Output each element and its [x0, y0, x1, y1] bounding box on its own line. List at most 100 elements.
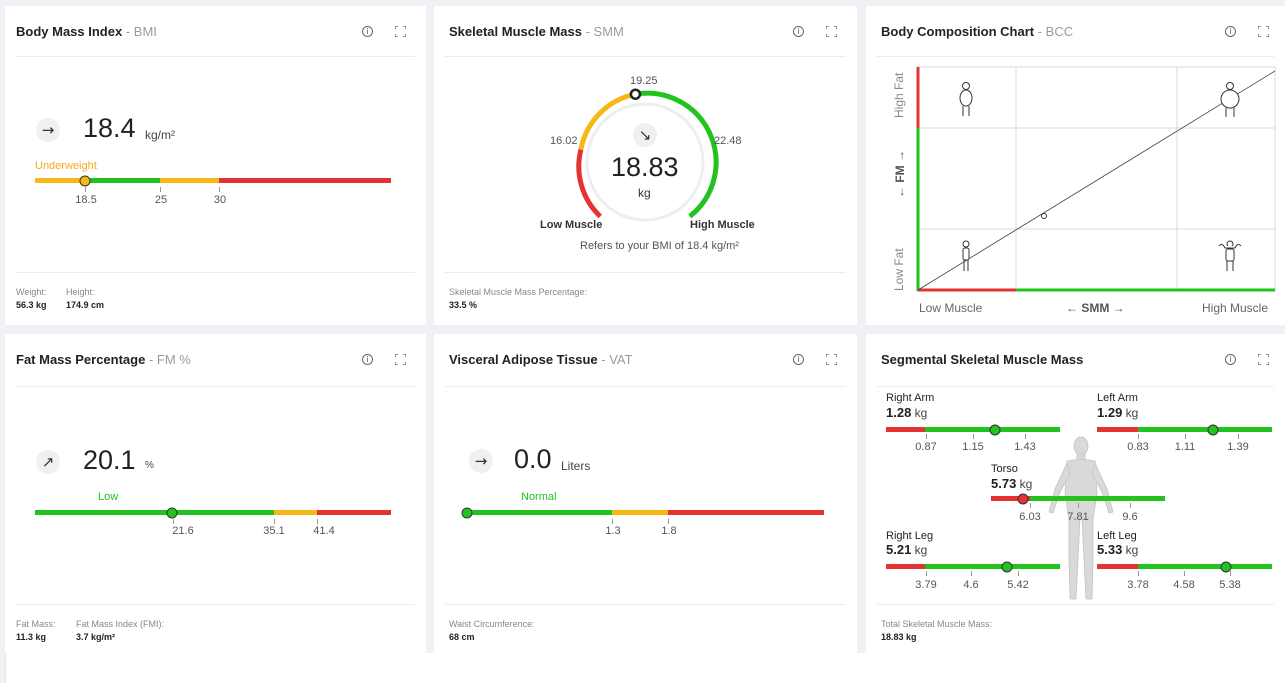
tick	[317, 519, 318, 524]
bar-segment-low	[886, 564, 925, 569]
expand-icon[interactable]	[395, 26, 406, 37]
tick-label: 1.11	[1174, 441, 1196, 453]
bar-segment-very-high	[668, 510, 824, 515]
segment-name: Right Leg	[886, 530, 934, 542]
fm-marker	[166, 507, 178, 519]
bar-segment-high	[612, 510, 668, 515]
low-muscle-label: Low Muscle	[540, 219, 603, 231]
tick-label: 21.6	[172, 525, 194, 537]
bar-segment-normal	[925, 564, 1060, 569]
info-icon[interactable]: i	[362, 354, 373, 365]
tick	[1138, 571, 1139, 576]
tick	[1130, 503, 1131, 508]
tick-label: 1.43	[1014, 441, 1036, 453]
tick-label: 35.1	[263, 525, 285, 537]
tick	[1030, 503, 1031, 508]
x-axis-label: ← SMM →	[1066, 301, 1125, 315]
smm-value: 18.83	[611, 152, 679, 182]
info-icon[interactable]: i	[1225, 354, 1236, 365]
card-title: Visceral Adipose Tissue - VAT	[449, 352, 633, 367]
total-smm-label: Total Skeletal Muscle Mass:	[881, 619, 993, 629]
bcc-chart	[916, 66, 1276, 292]
divider	[16, 56, 415, 57]
arrow-right-icon: →	[469, 449, 493, 473]
bar-segment-low	[886, 427, 925, 432]
info-icon[interactable]: i	[1225, 26, 1236, 37]
tick	[274, 519, 275, 524]
x-high-label: High Muscle	[1202, 301, 1269, 315]
vat-marker	[461, 507, 473, 519]
divider	[877, 604, 1274, 605]
fm-value: 20.1	[83, 445, 136, 475]
tick	[926, 434, 927, 439]
right-leg-marker	[1001, 561, 1013, 573]
bar-segment-normal	[464, 510, 612, 515]
bar-segment-normal	[1138, 564, 1272, 569]
bar-segment-normal	[1030, 496, 1165, 501]
tick-label: 1.8	[661, 525, 677, 537]
vat-unit: Liters	[561, 459, 591, 473]
smm-marker	[629, 88, 642, 100]
tick-label: 41.4	[313, 525, 335, 537]
waist-value: 68 cm	[449, 632, 475, 642]
tick	[926, 571, 927, 576]
tick	[85, 187, 86, 192]
x-low-label: Low Muscle	[919, 301, 983, 315]
bar-segment-normal	[85, 178, 160, 183]
tick	[1184, 571, 1185, 576]
segment-name: Torso	[991, 463, 1018, 475]
tick-label: 1.3	[605, 525, 621, 537]
segment-name: Left Leg	[1097, 530, 1137, 542]
card-title: Fat Mass Percentage - FM %	[16, 352, 191, 367]
bar-segment-obese	[219, 178, 391, 183]
info-icon[interactable]: i	[793, 26, 804, 37]
y-low-label: Low Fat	[892, 248, 906, 291]
tick	[173, 519, 174, 524]
tick	[1078, 503, 1079, 508]
bar-segment-low	[1097, 427, 1138, 432]
vat-category: Normal	[521, 491, 557, 503]
expand-icon[interactable]	[1258, 354, 1269, 365]
fm-unit: %	[145, 460, 154, 471]
divider	[445, 386, 846, 387]
vat-card: Visceral Adipose Tissue - VAT i → 0.0 Li…	[434, 334, 857, 653]
bar-segment-overweight	[160, 178, 219, 183]
tick	[1238, 434, 1239, 439]
tick	[668, 519, 669, 524]
tick-label: 3.78	[1127, 579, 1149, 591]
info-icon[interactable]: i	[793, 354, 804, 365]
expand-icon[interactable]	[826, 354, 837, 365]
divider	[445, 272, 846, 273]
tick-label: 18.5	[75, 194, 97, 206]
info-icon[interactable]: i	[362, 26, 373, 37]
smm-card: Skeletal Muscle Mass - SMM i ↘ 18.83 kg …	[434, 6, 857, 325]
height-value: 174.9 cm	[66, 300, 105, 310]
weight-label: Weight:	[16, 287, 47, 297]
tick-label: 1.15	[962, 441, 984, 453]
bcc-card: Body Composition Chart - BCC i High Fat …	[866, 6, 1285, 325]
fat-mass-label: Fat Mass:	[16, 619, 56, 629]
expand-icon[interactable]	[1258, 26, 1269, 37]
tick-label: 1.39	[1227, 441, 1249, 453]
vat-value: 0.0	[514, 444, 552, 474]
y-high-label: High Fat	[892, 72, 906, 118]
expand-icon[interactable]	[395, 354, 406, 365]
divider	[445, 56, 846, 57]
smm-note: Refers to your BMI of 18.4 kg/m²	[580, 240, 739, 252]
tick-label: 4.58	[1173, 579, 1195, 591]
tick-label: 0.83	[1127, 441, 1149, 453]
segment-value: 5.33 kg	[1097, 542, 1139, 557]
tick-label: 3.79	[915, 579, 937, 591]
smm-percentage-value: 33.5 %	[449, 300, 478, 310]
smm-percentage-label: Skeletal Muscle Mass Percentage:	[449, 287, 588, 297]
tick	[1230, 571, 1231, 576]
bar-segment-low	[1097, 564, 1138, 569]
bar-segment-normal	[1138, 427, 1272, 432]
tick	[1138, 434, 1139, 439]
tick	[973, 434, 974, 439]
expand-icon[interactable]	[826, 26, 837, 37]
bmi-marker	[79, 175, 91, 187]
bmi-value: 18.4	[83, 113, 136, 143]
fm-card: Fat Mass Percentage - FM % i ↗ 20.1 % Lo…	[5, 334, 426, 653]
height-label: Height:	[66, 287, 95, 297]
